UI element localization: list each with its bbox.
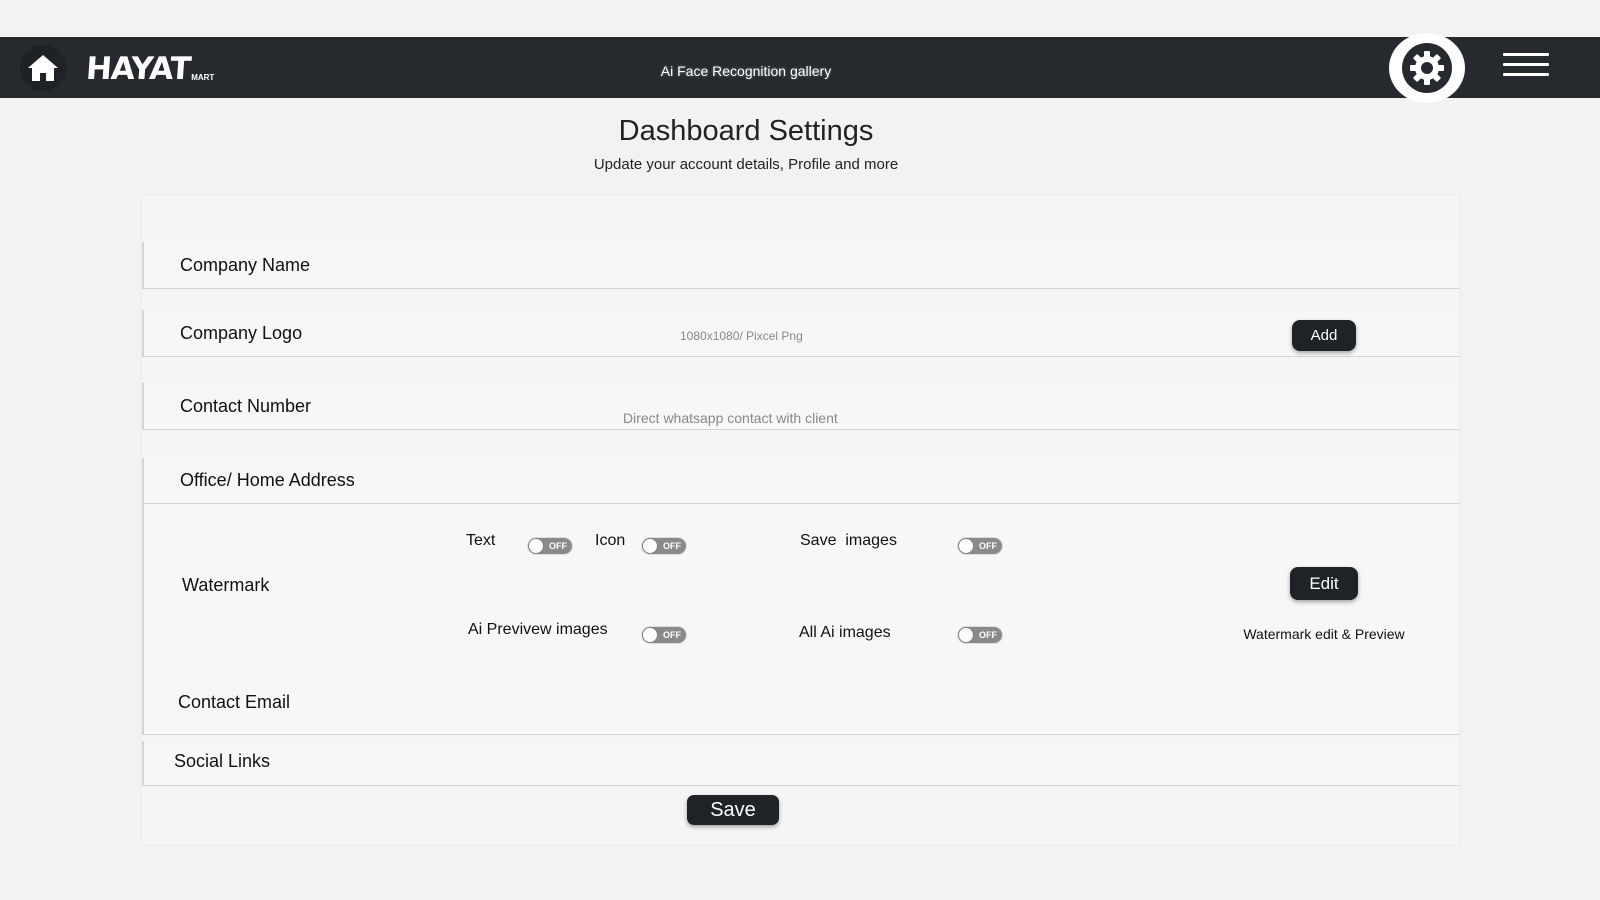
app-title: Ai Face Recognition gallery (660, 63, 832, 79)
home-button[interactable] (20, 45, 66, 91)
watermark-text-toggle[interactable]: OFF (527, 537, 573, 555)
company-name-field[interactable]: Company Name (142, 242, 1459, 289)
company-logo-label: Company Logo (180, 323, 303, 343)
address-label: Office/ Home Address (180, 470, 355, 490)
contact-email-label: Contact Email (178, 692, 291, 712)
contact-number-hint: Direct whatsapp contact with client (623, 410, 838, 426)
home-icon (28, 55, 58, 81)
contact-email-field[interactable]: Contact Email (142, 689, 1459, 735)
logo-text: HAYAT (84, 51, 192, 87)
top-navbar: HAYAT MART Ai Face Recognition gallery (0, 33, 1600, 103)
save-images-toggle[interactable]: OFF (957, 537, 1003, 555)
watermark-text-label: Text (466, 532, 496, 549)
settings-panel: Company Name Company Logo 1080x1080/ Pix… (142, 195, 1459, 845)
save-button[interactable]: Save (687, 795, 779, 825)
company-logo-hint: 1080x1080/ Pixcel Png (680, 329, 803, 343)
company-name-label: Company Name (180, 255, 311, 275)
all-ai-images-toggle[interactable]: OFF (957, 626, 1003, 644)
watermark-section: Watermark Text OFF Icon OFF Save images … (142, 504, 1459, 689)
brand-logo[interactable]: HAYAT MART (84, 49, 215, 87)
gear-icon (1410, 51, 1444, 85)
save-images-label: Save images (800, 532, 897, 549)
contact-number-field[interactable]: Contact Number Direct whatsapp contact w… (142, 383, 1459, 430)
address-field[interactable]: Office/ Home Address (142, 458, 1459, 504)
social-links-label: Social Links (174, 751, 271, 771)
company-logo-field: Company Logo 1080x1080/ Pixcel Png Add (142, 310, 1459, 357)
watermark-icon-label: Icon (595, 532, 626, 549)
all-ai-images-label: All Ai images (799, 624, 891, 641)
add-logo-button[interactable]: Add (1292, 320, 1356, 351)
social-links-field[interactable]: Social Links (142, 741, 1459, 786)
watermark-icon-toggle[interactable]: OFF (641, 537, 687, 555)
logo-subtext: MART (191, 73, 215, 82)
settings-button[interactable] (1389, 33, 1465, 103)
page-title: Dashboard Settings (618, 115, 874, 147)
contact-number-label: Contact Number (180, 396, 312, 416)
hamburger-menu-icon[interactable] (1503, 53, 1549, 81)
ai-preview-images-label: Ai Previvew images (468, 621, 608, 638)
ai-preview-images-toggle[interactable]: OFF (641, 626, 687, 644)
watermark-edit-button[interactable]: Edit (1290, 567, 1358, 600)
watermark-label: Watermark (182, 575, 270, 595)
page-subtitle: Update your account details, Profile and… (593, 156, 899, 173)
watermark-edit-caption: Watermark edit & Preview (1243, 626, 1405, 642)
